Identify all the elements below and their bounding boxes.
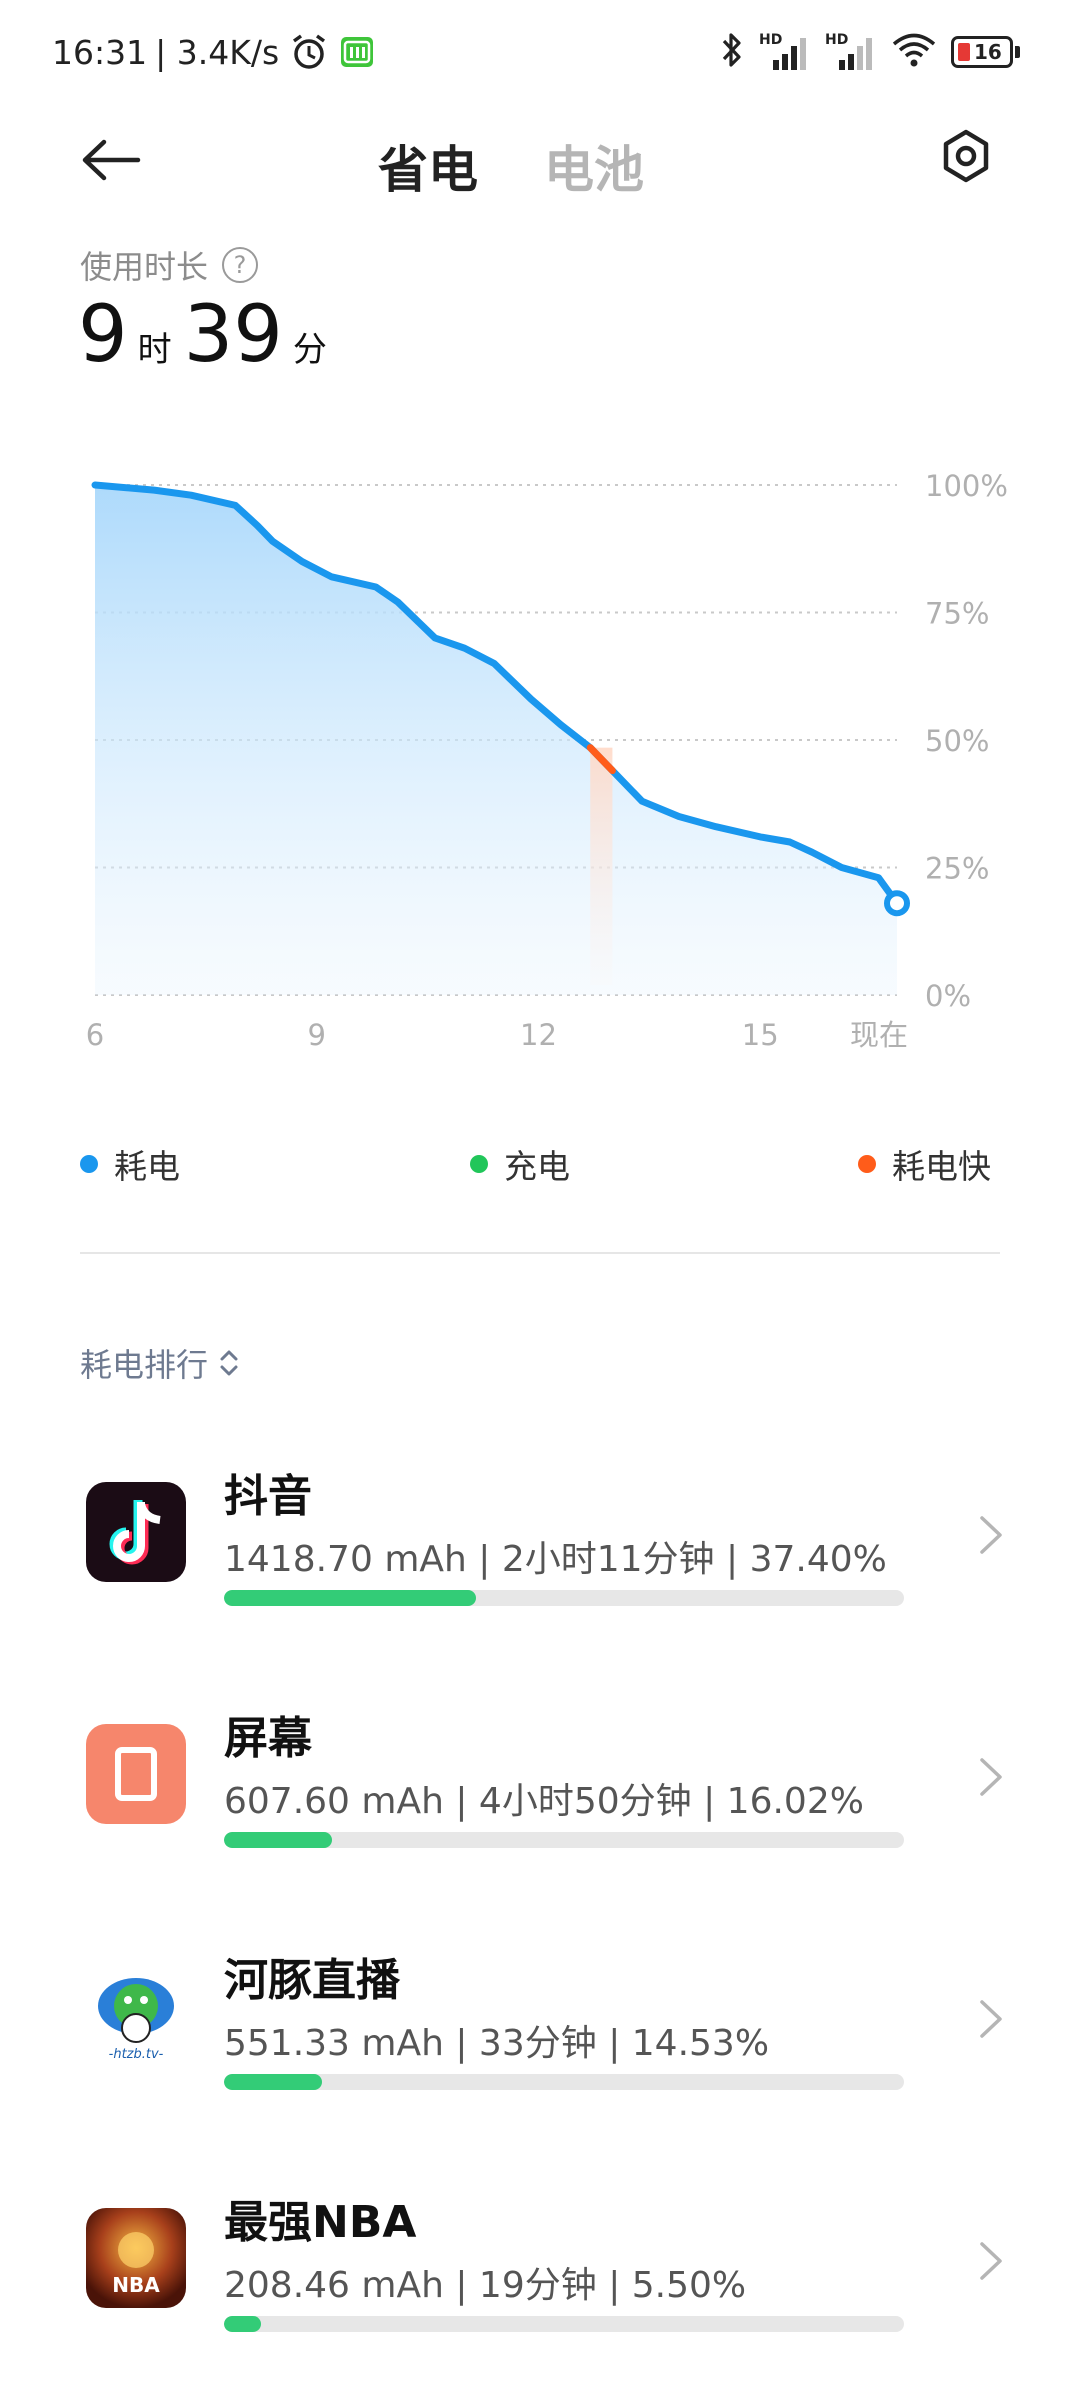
- chevron-right-icon: [980, 1758, 1002, 1796]
- app-row-douyin[interactable]: 抖音 1418.70 mAh | 2小时11分钟 | 37.40%: [0, 1430, 1080, 1650]
- x-tick-label: 9: [308, 1018, 326, 1052]
- app-row-screen[interactable]: 屏幕 607.60 mAh | 4小时50分钟 | 16.02%: [0, 1672, 1080, 1892]
- x-tick-label: 6: [86, 1018, 104, 1052]
- legend-item-discharge: 耗电: [80, 1140, 180, 1188]
- usage-share-bar: [224, 1590, 904, 1606]
- status-bar: 16:31 | 3.4K/s HD HD 16: [0, 0, 1080, 100]
- usage-share-bar: [224, 2074, 904, 2090]
- y-tick-label: 25%: [925, 852, 989, 886]
- x-tick-label: 12: [520, 1018, 557, 1052]
- usage-label-text: 使用时长: [80, 248, 209, 286]
- ranking-title: 耗电排行: [80, 1346, 209, 1384]
- current-level-marker: [884, 890, 910, 917]
- y-tick-label: 75%: [925, 597, 989, 631]
- x-tick-label: 现在: [850, 1018, 908, 1052]
- app-usage-detail: 607.60 mAh | 4小时50分钟 | 16.02%: [224, 1781, 864, 1822]
- tab-power-saving[interactable]: 省电: [378, 130, 478, 202]
- legend-dot: [858, 1155, 876, 1173]
- app-usage-detail: 1418.70 mAh | 2小时11分钟 | 37.40%: [224, 1539, 887, 1580]
- tab-battery[interactable]: 电池: [544, 130, 644, 202]
- arrow-left-icon: [82, 139, 141, 181]
- usage-share-bar: [224, 2316, 904, 2332]
- hexagon-gear-icon: [943, 129, 989, 183]
- app-row-hetun-live[interactable]: -htzb.tv- 河豚直播 551.33 mAh | 33分钟 | 14.53…: [0, 1914, 1080, 2134]
- usage-share-fill: [224, 2316, 261, 2332]
- wifi-icon: [891, 30, 937, 74]
- iqiyi-icon: [339, 34, 375, 70]
- tab-bar: 省电 电池: [378, 130, 644, 202]
- douyin-icon: [86, 1482, 186, 1582]
- cellular-signal-2-icon: HD: [825, 32, 877, 72]
- chevron-right-icon: [980, 2242, 1002, 2280]
- bluetooth-icon: [719, 30, 745, 74]
- usage-minutes: 39: [183, 290, 283, 380]
- legend-label: 耗电快: [892, 1147, 991, 1186]
- screen-icon: [86, 1724, 186, 1824]
- back-button[interactable]: [80, 130, 150, 190]
- fast-drain-band: [590, 747, 613, 985]
- usage-share-fill: [224, 1590, 476, 1606]
- usage-duration-label: 使用时长 ?: [80, 242, 259, 288]
- section-divider: [80, 1252, 1000, 1254]
- usage-duration-value: 9 时 39 分: [78, 290, 339, 380]
- x-tick-label: 15: [742, 1018, 779, 1052]
- app-usage-detail: 208.46 mAh | 19分钟 | 5.50%: [224, 2265, 747, 2306]
- nba-game-icon: NBA: [86, 2208, 186, 2308]
- app-usage-detail: 551.33 mAh | 33分钟 | 14.53%: [224, 2023, 770, 2064]
- status-right: HD HD 16: [719, 30, 1020, 74]
- chart-legend: 耗电 充电 耗电快: [80, 1140, 1000, 1190]
- y-tick-label: 0%: [925, 979, 971, 1013]
- usage-hours-unit: 时: [137, 330, 172, 370]
- app-header: 省电 电池: [0, 100, 1080, 220]
- network-speed: | 3.4K/s: [155, 32, 280, 72]
- nba-icon-text: NBA: [112, 2273, 160, 2297]
- ranking-sort-toggle[interactable]: 耗电排行: [80, 1340, 240, 1386]
- app-name: 抖音: [224, 1471, 312, 1522]
- legend-item-charging: 充电: [470, 1140, 570, 1188]
- cellular-signal-1-icon: HD: [759, 32, 811, 72]
- y-tick-label: 50%: [925, 724, 989, 758]
- usage-minutes-unit: 分: [292, 330, 327, 370]
- app-row-nba[interactable]: NBA 最强NBA 208.46 mAh | 19分钟 | 5.50%: [0, 2156, 1080, 2376]
- usage-share-fill: [224, 2074, 322, 2090]
- app-name: 最强NBA: [224, 2197, 417, 2248]
- settings-button[interactable]: [934, 124, 998, 188]
- status-time: 16:31: [52, 32, 148, 72]
- usage-hours: 9: [78, 290, 128, 380]
- legend-dot: [470, 1155, 488, 1173]
- alarm-clock-icon: [289, 32, 329, 72]
- battery-fill: [958, 43, 970, 61]
- sort-up-down-icon: [220, 1350, 238, 1376]
- hetun-icon-text: -htzb.tv-: [109, 2047, 164, 2062]
- usage-share-fill: [224, 1832, 332, 1848]
- legend-label: 耗电: [114, 1147, 180, 1186]
- chevron-right-icon: [980, 1516, 1002, 1554]
- legend-item-fast-drain: 耗电快: [858, 1140, 991, 1188]
- legend-dot: [80, 1155, 98, 1173]
- hetun-live-icon: -htzb.tv-: [86, 1966, 186, 2066]
- y-tick-label: 100%: [925, 469, 1008, 503]
- battery-level-chart: 100% 75% 50% 25% 0% 6 9 12 15 现在: [86, 469, 1008, 1052]
- chevron-right-icon: [980, 2000, 1002, 2038]
- app-name: 河豚直播: [224, 1955, 400, 2006]
- battery-icon: 16: [951, 36, 1020, 68]
- question-circle-icon[interactable]: ?: [222, 247, 259, 283]
- usage-share-bar: [224, 1832, 904, 1848]
- battery-level: 16: [974, 40, 1002, 64]
- status-left: 16:31 | 3.4K/s: [52, 28, 375, 76]
- legend-label: 充电: [504, 1147, 570, 1186]
- app-name: 屏幕: [224, 1713, 312, 1764]
